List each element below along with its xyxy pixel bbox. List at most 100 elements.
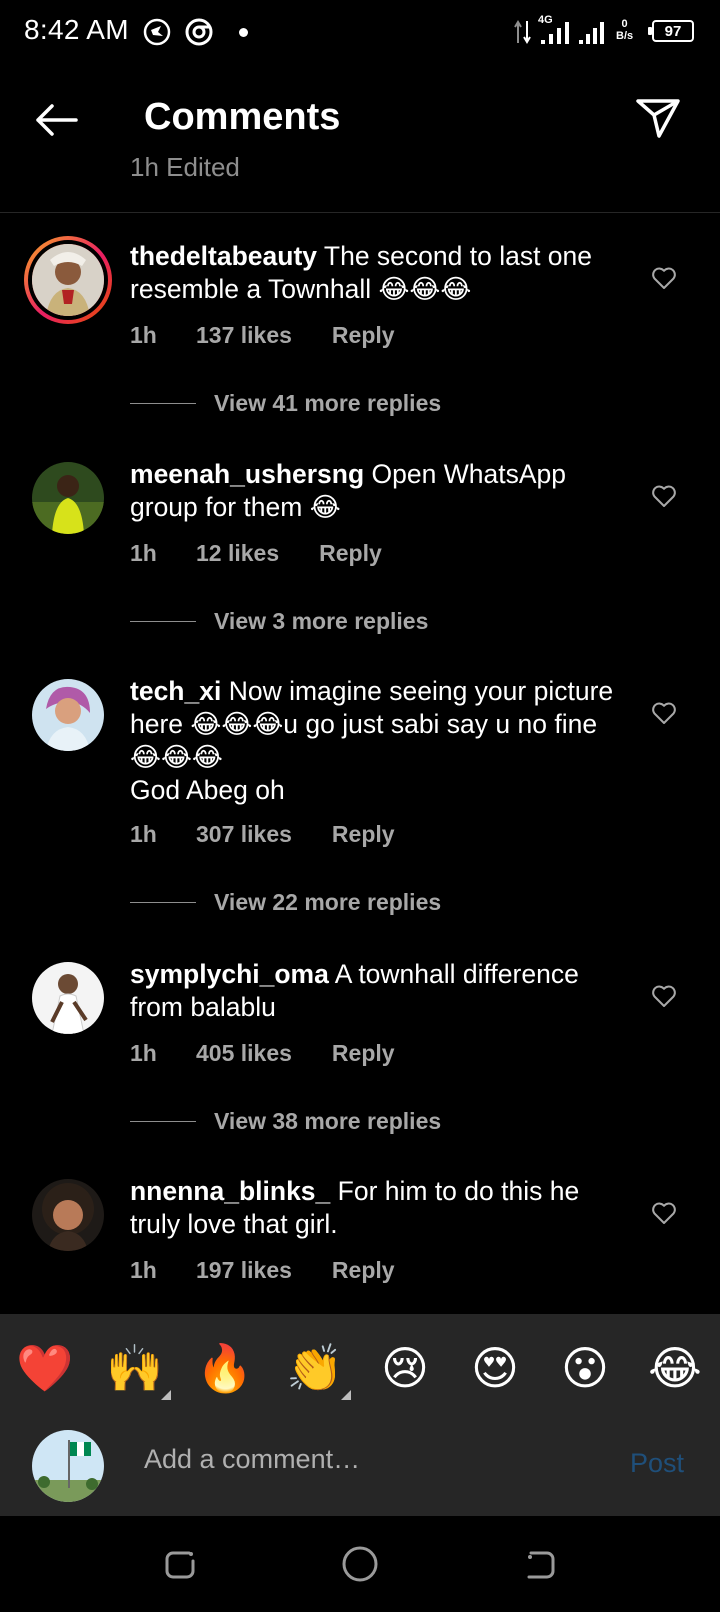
comment-meta: 1h 307 likes Reply xyxy=(130,821,395,848)
view-replies-button[interactable]: View 41 more replies xyxy=(130,390,441,417)
avatar-image xyxy=(32,462,104,534)
heart-icon xyxy=(652,267,676,289)
emoji-glyph: 🙌 xyxy=(106,1342,164,1394)
replies-divider-line xyxy=(130,1121,196,1122)
comment-likes[interactable]: 197 likes xyxy=(196,1257,292,1284)
signal-strength-icon-1 xyxy=(540,18,576,46)
system-navigation-bar xyxy=(0,1516,720,1612)
heart-icon xyxy=(652,485,676,507)
comment-body: meenah_ushersng Open WhatsApp group for … xyxy=(130,458,626,524)
comment-body: thedeltabeauty The second to last one re… xyxy=(130,240,626,306)
avatar-image xyxy=(28,240,108,320)
comment-time: 1h xyxy=(130,1257,157,1283)
status-time: 8:42 AM xyxy=(24,14,129,45)
view-replies-label: View 41 more replies xyxy=(214,390,442,416)
emoji-red-heart[interactable]: ❤️ xyxy=(15,1338,75,1398)
comment-likes[interactable]: 405 likes xyxy=(196,1040,292,1067)
comment-input[interactable] xyxy=(144,1444,584,1475)
skin-tone-indicator xyxy=(161,1390,171,1400)
comment-meta: 1h 197 likes Reply xyxy=(130,1257,395,1284)
comment-meta: 1h 137 likes Reply xyxy=(130,322,395,349)
avatar[interactable] xyxy=(32,1179,104,1251)
view-replies-label: View 38 more replies xyxy=(214,1108,442,1134)
comment-time: 1h xyxy=(130,1040,157,1066)
comment-composer: Post xyxy=(0,1416,720,1516)
view-replies-button[interactable]: View 38 more replies xyxy=(130,1108,441,1135)
reply-button[interactable]: Reply xyxy=(332,322,395,349)
header: Comments xyxy=(0,66,720,174)
reply-button[interactable]: Reply xyxy=(332,1040,395,1067)
recent-apps-button[interactable] xyxy=(158,1542,202,1586)
reply-button[interactable]: Reply xyxy=(319,540,382,567)
avatar-image xyxy=(32,1179,104,1251)
comment-username[interactable]: meenah_ushersng xyxy=(130,459,364,489)
skin-tone-indicator xyxy=(341,1390,351,1400)
emoji-heart-eyes[interactable]: 😍 xyxy=(465,1338,525,1398)
like-button[interactable] xyxy=(648,262,680,294)
network-speed-value: 0 xyxy=(621,18,628,30)
status-bar: 8:42 AM 4G 0 B/s 97 xyxy=(0,0,720,66)
network-speed: 0 B/s xyxy=(616,18,633,42)
header-mask xyxy=(0,138,720,152)
view-replies-label: View 3 more replies xyxy=(214,608,429,634)
emoji-clapping-hands[interactable]: 👏 xyxy=(285,1338,351,1400)
avatar[interactable] xyxy=(32,679,104,751)
heart-icon xyxy=(652,702,676,724)
emoji-open-mouth[interactable]: 😮 xyxy=(555,1338,615,1398)
arrow-left-icon xyxy=(36,104,78,136)
avatar[interactable] xyxy=(32,962,104,1034)
post-button[interactable]: Post xyxy=(630,1448,684,1479)
avatar-image xyxy=(32,1430,104,1502)
comment-time: 1h xyxy=(130,322,157,348)
replies-divider-line xyxy=(130,902,196,903)
comment-time: 1h xyxy=(130,540,157,566)
view-replies-label: View 22 more replies xyxy=(214,889,442,915)
paper-plane-icon xyxy=(636,99,680,138)
back-nav-button[interactable] xyxy=(518,1542,562,1586)
reply-button[interactable]: Reply xyxy=(332,1257,395,1284)
view-replies-button[interactable]: View 22 more replies xyxy=(130,889,441,916)
reply-button[interactable]: Reply xyxy=(332,821,395,848)
home-circle-icon xyxy=(342,1546,378,1582)
previous-comment-meta: 1h Edited xyxy=(130,152,240,182)
avatar-image xyxy=(32,679,104,751)
emoji-raising-hands[interactable]: 🙌 xyxy=(105,1338,171,1400)
comment-username[interactable]: symplychi_oma xyxy=(130,959,329,989)
comment-likes[interactable]: 12 likes xyxy=(196,540,279,567)
comment-likes[interactable]: 307 likes xyxy=(196,821,292,848)
comment-body: tech_xi Now imagine seeing your picture … xyxy=(130,675,626,807)
like-button[interactable] xyxy=(648,980,680,1012)
more-notifications-dot xyxy=(239,28,248,37)
comment-username[interactable]: nnenna_blinks_ xyxy=(130,1176,330,1206)
avatar[interactable] xyxy=(32,462,104,534)
comment-time: 1h xyxy=(130,821,157,847)
replies-divider-line xyxy=(130,621,196,622)
comment-username[interactable]: thedeltabeauty xyxy=(130,241,317,271)
page-title: Comments xyxy=(144,96,341,138)
comment-likes[interactable]: 137 likes xyxy=(196,322,292,349)
battery-level: 97 xyxy=(664,22,682,40)
emoji-fire[interactable]: 🔥 xyxy=(195,1338,255,1398)
view-replies-button[interactable]: View 3 more replies xyxy=(130,608,428,635)
avatar[interactable] xyxy=(24,236,112,324)
battery-indicator: 97 xyxy=(648,20,694,42)
replies-divider-line xyxy=(130,403,196,404)
comment-meta: 1h 405 likes Reply xyxy=(130,1040,395,1067)
home-button[interactable] xyxy=(338,1542,382,1586)
comment-body: symplychi_oma A townhall difference from… xyxy=(130,958,626,1024)
recent-apps-icon xyxy=(165,1551,195,1579)
avatar-image xyxy=(32,962,104,1034)
like-button[interactable] xyxy=(648,480,680,512)
like-button[interactable] xyxy=(648,1197,680,1229)
emoji-tears-of-joy[interactable]: 😂 xyxy=(645,1338,705,1398)
emoji-crying-face[interactable]: 😢 xyxy=(375,1338,435,1398)
comment-meta: 1h 12 likes Reply xyxy=(130,540,382,567)
like-button[interactable] xyxy=(648,697,680,729)
network-speed-unit: B/s xyxy=(616,30,634,42)
emoji-glyph: 👏 xyxy=(286,1342,344,1394)
heart-icon xyxy=(652,985,676,1007)
comment-username[interactable]: tech_xi xyxy=(130,676,221,706)
comment-body: nnenna_blinks_ For him to do this he tru… xyxy=(130,1175,626,1241)
signal-strength-icon-2 xyxy=(578,18,608,46)
notification-bird-icon xyxy=(142,18,172,46)
